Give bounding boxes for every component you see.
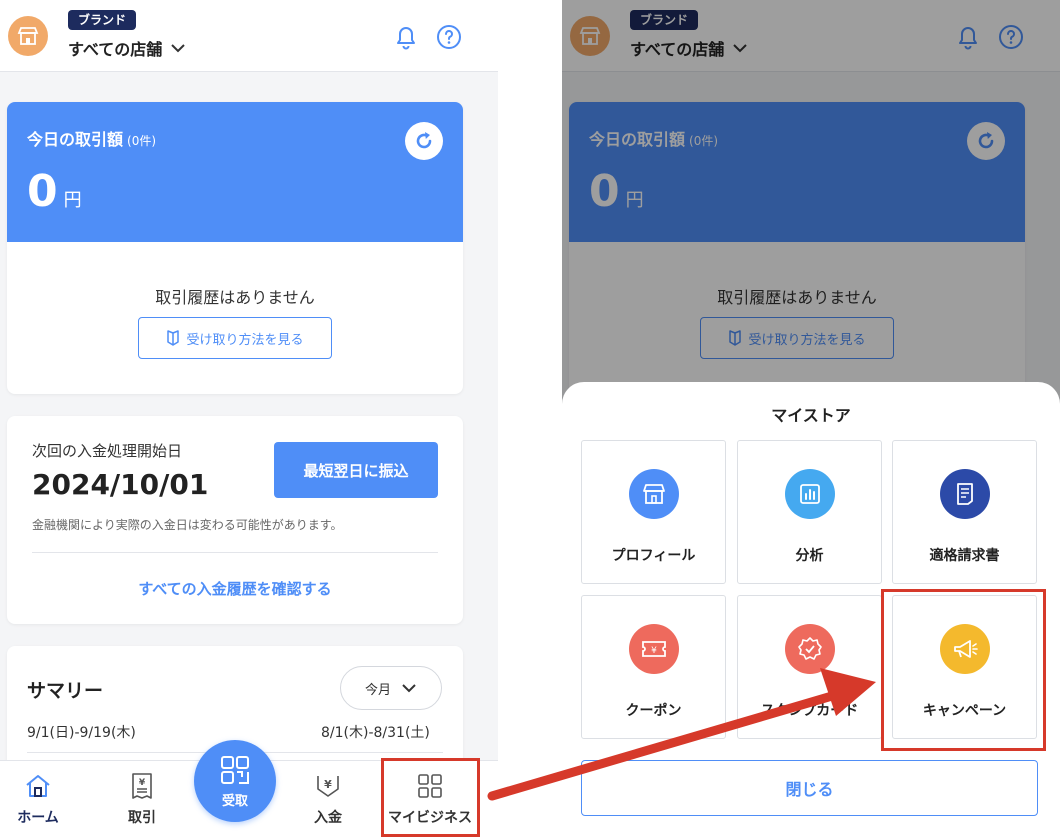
annotation-arrow: [487, 668, 876, 801]
